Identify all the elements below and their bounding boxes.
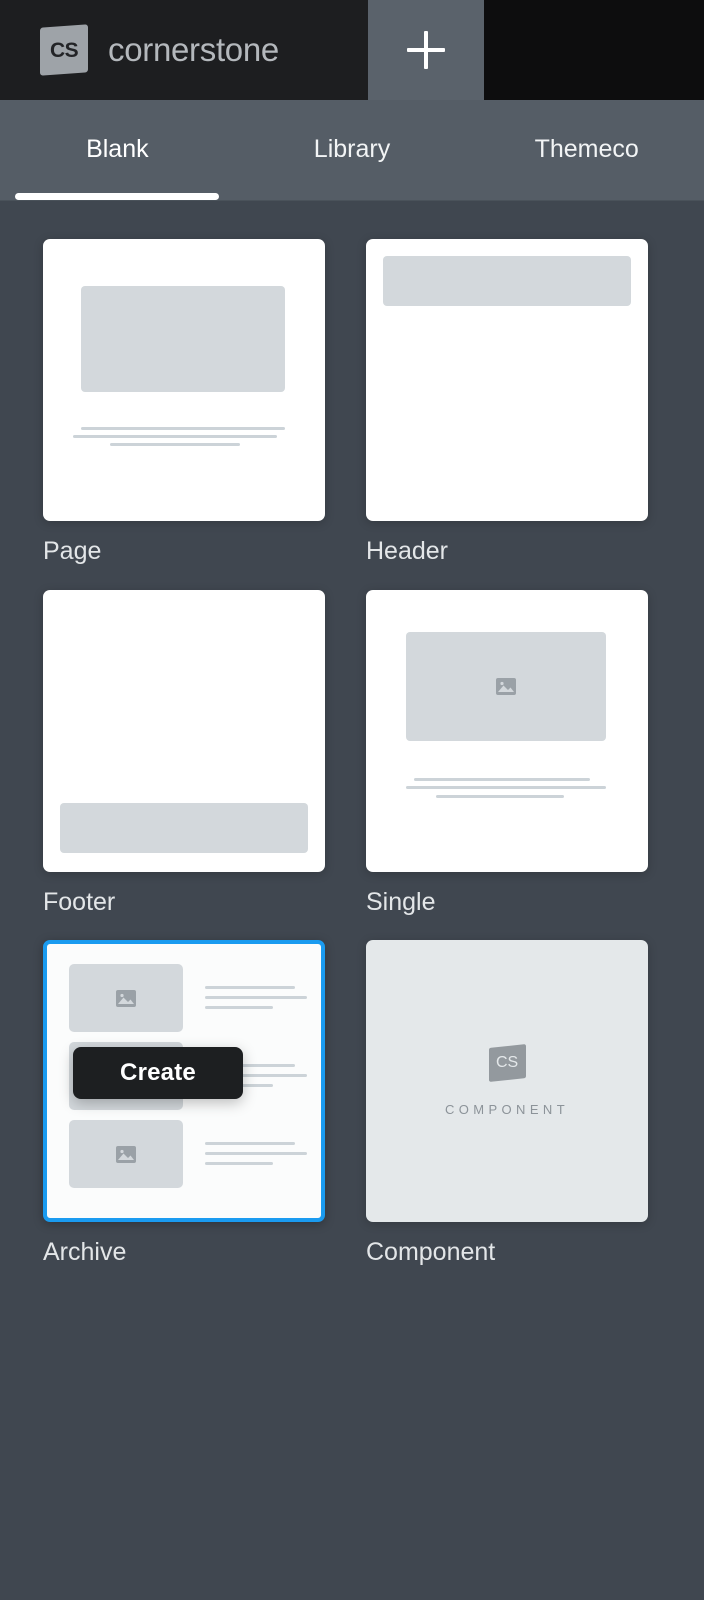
tab-library-label: Library bbox=[313, 134, 391, 163]
skeleton-image-block bbox=[69, 1120, 183, 1188]
skeleton-header-bar bbox=[383, 256, 631, 306]
tab-themeco[interactable]: Themeco bbox=[469, 100, 704, 200]
skeleton-hero-block bbox=[81, 286, 285, 392]
skeleton-line bbox=[205, 1152, 307, 1155]
skeleton-line bbox=[110, 443, 240, 446]
template-card-page[interactable] bbox=[43, 239, 325, 521]
skeleton-line bbox=[406, 785, 606, 789]
tab-library[interactable]: Library bbox=[235, 100, 470, 200]
template-label-single: Single bbox=[366, 887, 436, 916]
tab-blank-label: Blank bbox=[86, 134, 149, 163]
skeleton-image-block bbox=[69, 964, 183, 1032]
tab-themeco-label: Themeco bbox=[534, 134, 639, 163]
component-caption: COMPONENT bbox=[444, 1101, 570, 1117]
cornerstone-logo-icon: CS bbox=[40, 24, 88, 76]
create-button-label: Create bbox=[120, 1059, 196, 1086]
grid-cell-single: Single bbox=[366, 589, 648, 917]
grid-cell-footer: Footer bbox=[43, 589, 325, 917]
skeleton-line bbox=[414, 777, 590, 781]
topbar-empty-area bbox=[484, 0, 704, 100]
template-card-archive[interactable]: Create bbox=[43, 940, 325, 1222]
archive-row bbox=[69, 964, 307, 1032]
template-label-archive: Archive bbox=[43, 1238, 127, 1266]
skeleton-line bbox=[436, 794, 564, 798]
skeleton-line bbox=[205, 986, 295, 989]
template-label-component: Component bbox=[366, 1238, 496, 1266]
skeleton-line bbox=[205, 1006, 273, 1009]
skeleton-line bbox=[81, 427, 285, 430]
skeleton-line bbox=[205, 996, 307, 999]
plus-icon bbox=[407, 31, 445, 69]
template-label-footer: Footer bbox=[43, 887, 116, 916]
top-bar: CS cornerstone bbox=[0, 0, 704, 100]
grid-cell-archive: Create Archive bbox=[43, 940, 325, 1267]
component-mark-text: CS bbox=[495, 1053, 519, 1071]
brand-title: cornerstone bbox=[108, 31, 279, 68]
brand-tab[interactable]: CS cornerstone bbox=[0, 0, 368, 100]
skeleton-line bbox=[73, 435, 277, 438]
template-card-component[interactable]: CS COMPONENT bbox=[366, 940, 648, 1222]
image-placeholder-icon bbox=[496, 677, 516, 695]
skeleton-footer-bar bbox=[60, 802, 308, 853]
template-card-header[interactable] bbox=[366, 239, 648, 521]
cornerstone-logo-text: CS bbox=[49, 38, 79, 62]
image-placeholder-icon bbox=[116, 1145, 136, 1163]
skeleton-line bbox=[205, 1162, 273, 1165]
template-card-footer[interactable] bbox=[43, 589, 325, 872]
template-label-header: Header bbox=[366, 537, 448, 565]
grid-cell-page: Page bbox=[43, 239, 325, 566]
create-button[interactable]: Create bbox=[73, 1047, 243, 1099]
grid-cell-component: CS COMPONENT Component bbox=[366, 940, 648, 1267]
add-tab-button[interactable] bbox=[368, 0, 484, 100]
archive-row bbox=[69, 1120, 307, 1188]
skeleton-line bbox=[205, 1142, 295, 1145]
template-card-single[interactable] bbox=[366, 589, 648, 872]
image-placeholder-icon bbox=[116, 989, 136, 1007]
tab-blank[interactable]: Blank bbox=[0, 100, 235, 200]
cornerstone-logo-icon: CS bbox=[488, 1043, 526, 1082]
template-grid: Page Header Footer Single Create Archive… bbox=[0, 201, 704, 1267]
tab-bar: Blank Library Themeco bbox=[0, 100, 704, 201]
template-label-page: Page bbox=[43, 537, 102, 565]
grid-cell-header: Header bbox=[366, 239, 648, 566]
skeleton-image-block bbox=[406, 631, 606, 741]
